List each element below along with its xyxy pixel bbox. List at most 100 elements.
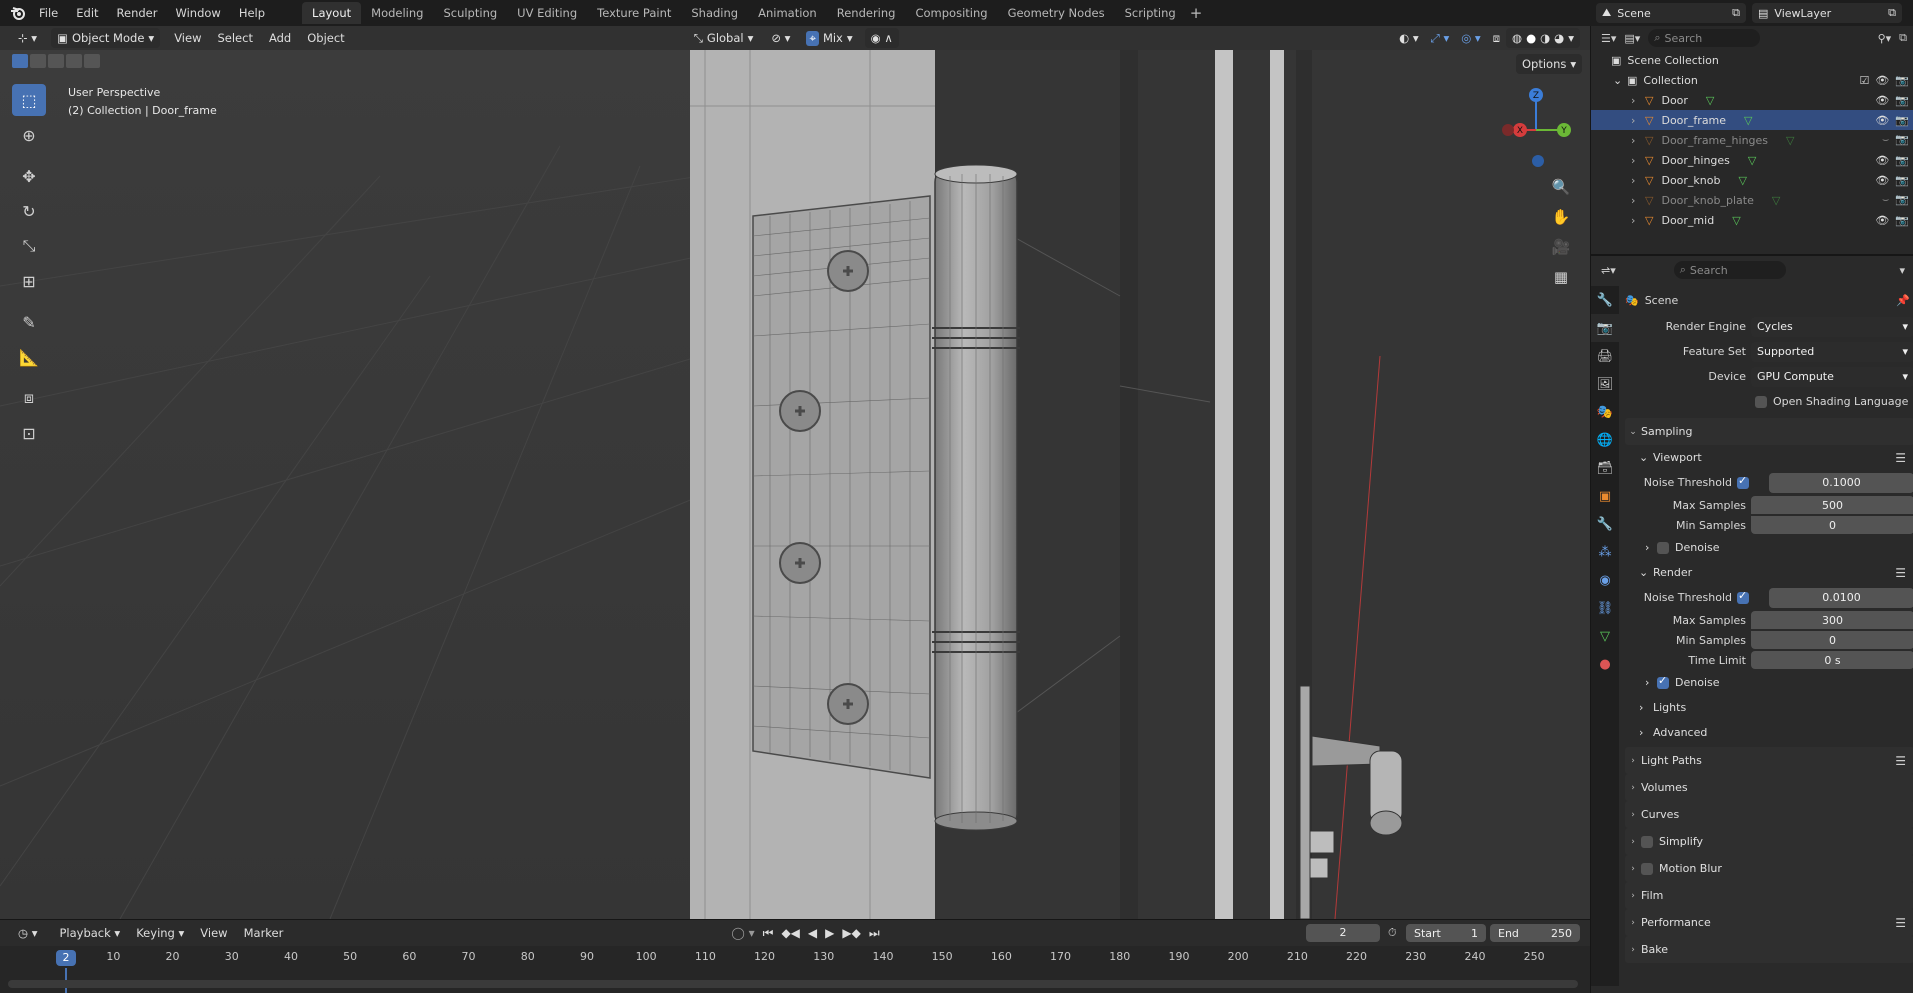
menu-add[interactable]: Add <box>261 28 299 48</box>
mesh-data-icon[interactable]: ▽ <box>1748 154 1756 167</box>
navigation-gizmo[interactable]: Z Y X <box>1498 84 1578 184</box>
list-menu-icon[interactable]: ☰ <box>1895 916 1906 930</box>
overlay-toggle[interactable]: ◎ ▾ <box>1455 28 1486 48</box>
outliner-row-object[interactable]: › ▽ Door_frame ▽ 👁 📷 <box>1591 110 1913 130</box>
viewport-subpanel-header[interactable]: ⌄ Viewport ☰ <box>1625 445 1913 470</box>
camera-icon[interactable]: 📷 <box>1895 94 1909 107</box>
scene-selector[interactable]: ⛰ Scene ⧉ <box>1596 3 1746 23</box>
eye-icon[interactable]: 👁 <box>1875 154 1889 167</box>
motion-blur-panel[interactable]: › Motion Blur <box>1625 855 1913 882</box>
curves-panel[interactable]: › Curves <box>1625 801 1913 828</box>
jump-start-icon[interactable]: ⏮ <box>763 926 774 941</box>
rotate-tool-icon[interactable]: ↻ <box>12 195 46 227</box>
render-noise-threshold-field[interactable]: 0.0100 <box>1769 587 1913 608</box>
render-tab-icon[interactable]: 📷 <box>1591 314 1619 342</box>
jump-end-icon[interactable]: ⏭ <box>869 926 880 941</box>
annotate-tool-icon[interactable]: ✎ <box>12 306 46 338</box>
add-cube-tool-icon[interactable]: ⧈ <box>12 382 46 414</box>
eye-icon[interactable]: ⌣ <box>1882 193 1889 207</box>
ortho-grid-icon[interactable]: ▦ <box>1548 264 1574 290</box>
properties-editor-icon[interactable]: ⇌▾ <box>1601 264 1616 277</box>
snap-magnet-icon[interactable]: ⌖ <box>806 30 819 46</box>
viewport-denoise-checkbox[interactable] <box>1657 541 1669 554</box>
physics-tab-icon[interactable]: ◉ <box>1591 566 1619 594</box>
select-subtract-icon[interactable] <box>48 54 64 68</box>
sampling-panel-header[interactable]: ⌄ Sampling <box>1625 418 1913 445</box>
visibility-dropdown[interactable]: ◐ ▾ <box>1393 28 1424 48</box>
light-paths-panel[interactable]: › Light Paths ☰ <box>1625 747 1913 774</box>
play-icon[interactable]: ▶ <box>825 926 834 940</box>
advanced-subpanel[interactable]: › Advanced <box>1625 720 1913 745</box>
mesh-data-icon[interactable]: ▽ <box>1772 194 1780 207</box>
camera-icon[interactable]: 📷 <box>1895 214 1909 227</box>
snap-dropdown[interactable]: ⌖ Mix ▾ <box>800 28 858 48</box>
menu-marker[interactable]: Marker <box>236 923 292 943</box>
new-scene-icon[interactable]: ⧉ <box>1732 6 1740 20</box>
expand-arrow-icon[interactable]: › <box>1631 134 1645 147</box>
timeline-scrollbar[interactable] <box>8 980 1578 988</box>
prev-keyframe-icon[interactable]: ◆◀ <box>781 926 799 940</box>
tab-sculpting[interactable]: Sculpting <box>433 2 507 24</box>
blender-logo-icon[interactable] <box>6 0 30 26</box>
xray-toggle[interactable]: ⧈ <box>1487 28 1506 48</box>
mesh-data-icon[interactable]: ▽ <box>1744 114 1752 127</box>
list-menu-icon[interactable]: ☰ <box>1895 754 1906 768</box>
pan-hand-icon[interactable]: ✋ <box>1548 204 1574 230</box>
expand-arrow-icon[interactable]: › <box>1631 114 1645 127</box>
shading-modes[interactable]: ◍ ● ◑ ◕ ▾ <box>1506 28 1580 48</box>
tab-uv-editing[interactable]: UV Editing <box>507 2 587 24</box>
menu-file[interactable]: File <box>30 0 67 26</box>
outliner-search-input[interactable]: ⌕ Search <box>1648 29 1761 47</box>
tab-rendering[interactable]: Rendering <box>827 2 906 24</box>
bake-panel[interactable]: › Bake <box>1625 936 1913 963</box>
object-tab-icon[interactable]: ▣ <box>1591 482 1619 510</box>
outliner-row-object[interactable]: › ▽ Door_knob_plate ▽ ⌣ 📷 <box>1591 190 1913 210</box>
view-layer-selector[interactable]: ▤ ViewLayer ⧉ <box>1752 3 1902 23</box>
lights-subpanel[interactable]: › Lights <box>1625 695 1913 720</box>
stopwatch-icon[interactable]: ⏱ <box>1388 926 1397 940</box>
3d-viewport[interactable]: ⊹ ▾ ▣ Object Mode ▾ View Select Add Obje… <box>0 26 1590 919</box>
outliner-row-object[interactable]: › ▽ Door_frame_hinges ▽ ⌣ 📷 <box>1591 130 1913 150</box>
tab-compositing[interactable]: Compositing <box>905 2 997 24</box>
rendered-shading-icon[interactable]: ◕ <box>1554 31 1564 45</box>
menu-playback[interactable]: Playback ▾ <box>51 923 128 943</box>
expand-arrow-icon[interactable]: › <box>1631 174 1645 187</box>
pin-icon[interactable]: 📌 <box>1896 294 1910 307</box>
outliner-editor-icon[interactable]: ☰▾ <box>1601 32 1616 45</box>
tab-shading[interactable]: Shading <box>681 2 748 24</box>
tab-modeling[interactable]: Modeling <box>361 2 433 24</box>
simplify-checkbox[interactable] <box>1641 835 1653 848</box>
editor-type-button[interactable]: ⊹ ▾ <box>10 28 45 48</box>
noise-threshold-checkbox[interactable] <box>1737 589 1749 604</box>
expand-arrow-icon[interactable]: ⌄ <box>1613 74 1627 87</box>
playhead-frame-indicator[interactable]: 2 <box>56 950 76 966</box>
cursor-tool-icon[interactable]: ⊕ <box>12 119 46 151</box>
scale-tool-icon[interactable]: ⤡ <box>12 230 46 262</box>
modifier-tab-icon[interactable]: 🔧 <box>1591 510 1619 538</box>
eye-icon[interactable]: 👁 <box>1875 214 1889 227</box>
select-extend-icon[interactable] <box>30 54 46 68</box>
performance-panel[interactable]: › Performance ☰ <box>1625 909 1913 936</box>
options-dropdown[interactable]: Options ▾ <box>1516 54 1583 74</box>
select-new-icon[interactable] <box>12 54 28 68</box>
new-collection-icon[interactable]: ⧉ <box>1899 31 1907 45</box>
outliner-row-object[interactable]: › ▽ Door ▽ 👁 📷 <box>1591 90 1913 110</box>
properties-search-input[interactable]: ⌕ Search <box>1673 261 1786 279</box>
camera-icon[interactable]: 📷 <box>1895 133 1909 147</box>
world-tab-icon[interactable]: 🌐 <box>1591 426 1619 454</box>
mesh-data-icon[interactable]: ▽ <box>1786 134 1794 147</box>
menu-render[interactable]: Render <box>108 0 167 26</box>
material-shading-icon[interactable]: ◑ <box>1540 31 1550 45</box>
mesh-data-icon[interactable]: ▽ <box>1738 174 1746 187</box>
view-layer-tab-icon[interactable]: 🖼 <box>1591 370 1619 398</box>
eye-icon[interactable]: 👁 <box>1875 94 1889 107</box>
chevron-down-icon[interactable]: ▾ <box>1899 264 1905 277</box>
tab-layout[interactable]: Layout <box>302 2 362 24</box>
expand-arrow-icon[interactable]: › <box>1631 94 1645 107</box>
transform-orientation-dropdown[interactable]: ⤡ Global ▾ <box>688 28 760 48</box>
gizmo-toggle[interactable]: ⤢ ▾ <box>1425 28 1456 48</box>
data-tab-icon[interactable]: ▽ <box>1591 622 1619 650</box>
object-mode-dropdown[interactable]: ▣ Object Mode ▾ <box>51 28 161 48</box>
outliner-row-scene-collection[interactable]: ▣ Scene Collection <box>1591 50 1913 70</box>
constraints-tab-icon[interactable]: ⛓ <box>1591 594 1619 622</box>
